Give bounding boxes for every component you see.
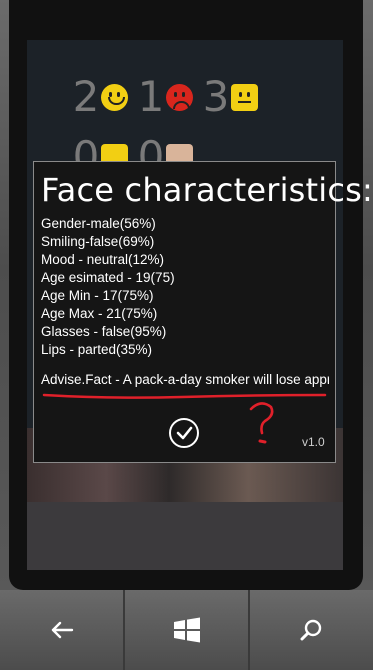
characteristic-line: Gender-male(56%) — [41, 216, 156, 231]
characteristic-line: Age Min - 17(75%) — [41, 288, 154, 303]
characteristic-line: Smiling-false(69%) — [41, 234, 155, 249]
face-characteristics-dialog: Face characteristics: Gender-male(56%) S… — [33, 161, 373, 463]
score-number: 3 — [202, 72, 230, 121]
characteristics-list: Gender-male(56%) Smiling-false(69%) Mood… — [41, 215, 175, 359]
app-bar — [27, 502, 343, 570]
phone-body: 2 1 3 0 0 Face characteristics: Gender-m… — [0, 0, 373, 670]
happy-face-icon — [101, 83, 128, 111]
question-mark-annotation — [249, 402, 274, 444]
characteristic-line: Mood - neutral(12%) — [41, 252, 165, 267]
characteristic-line: Lips - parted(35%) — [41, 342, 153, 357]
search-button[interactable] — [250, 590, 373, 670]
characteristic-line: Glasses - false(95%) — [41, 324, 167, 339]
characteristic-line: Age Max - 21(75%) — [41, 306, 158, 321]
sad-face-icon — [166, 83, 193, 111]
red-underline-annotation — [42, 393, 327, 399]
dialog-title: Face characteristics: — [41, 171, 373, 209]
start-button[interactable] — [125, 590, 250, 670]
windows-logo-icon — [173, 617, 200, 643]
back-button[interactable] — [0, 590, 125, 670]
checkmark-icon — [176, 426, 193, 440]
characteristic-line: Age esimated - 19(75) — [41, 270, 175, 285]
version-label: v1.0 — [302, 435, 325, 449]
ok-button[interactable] — [169, 418, 199, 448]
hardware-nav-bar — [0, 590, 373, 670]
back-arrow-icon — [51, 621, 73, 639]
search-icon — [300, 619, 321, 641]
advice-text: Advise.Fact - A pack-a-day smoker will l… — [41, 372, 329, 387]
score-row-1: 2 1 3 — [71, 76, 266, 118]
score-number: 2 — [72, 72, 100, 121]
score-number: 1 — [137, 72, 165, 121]
neutral-face-icon — [231, 83, 258, 111]
